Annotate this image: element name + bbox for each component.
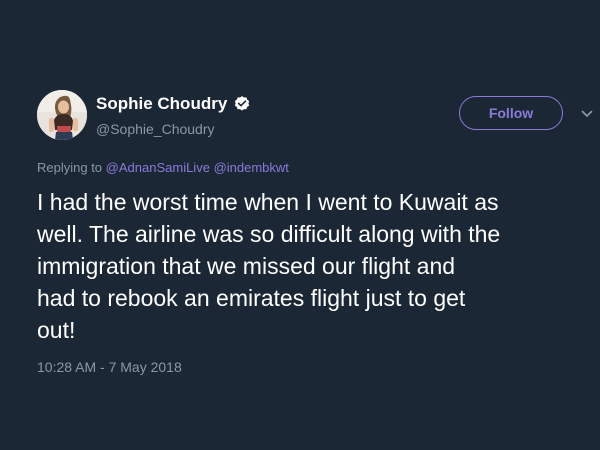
tweet-text: I had the worst time when I went to Kuwa… bbox=[37, 189, 501, 343]
author-name-row: Sophie Choudry bbox=[96, 92, 251, 116]
follow-button[interactable]: Follow bbox=[459, 96, 563, 130]
reply-context-prefix: Replying to bbox=[37, 160, 103, 175]
avatar[interactable] bbox=[37, 90, 87, 140]
reply-context: Replying to @AdnanSamiLive @indembkwt bbox=[37, 160, 289, 175]
tweet-author: Sophie Choudry @Sophie_Choudry bbox=[96, 92, 251, 137]
reply-mention-link[interactable]: @AdnanSamiLive bbox=[106, 160, 210, 175]
chevron-down-icon[interactable] bbox=[580, 107, 594, 121]
reply-mention-link[interactable]: @indembkwt bbox=[214, 160, 289, 175]
tweet-timestamp[interactable]: 10:28 AM - 7 May 2018 bbox=[37, 359, 182, 375]
avatar-photo-icon bbox=[37, 90, 87, 140]
author-display-name[interactable]: Sophie Choudry bbox=[96, 94, 227, 114]
tweet-card: Sophie Choudry @Sophie_Choudry Follow Re… bbox=[0, 0, 600, 450]
author-handle[interactable]: @Sophie_Choudry bbox=[96, 121, 251, 137]
verified-badge-icon bbox=[233, 95, 251, 113]
